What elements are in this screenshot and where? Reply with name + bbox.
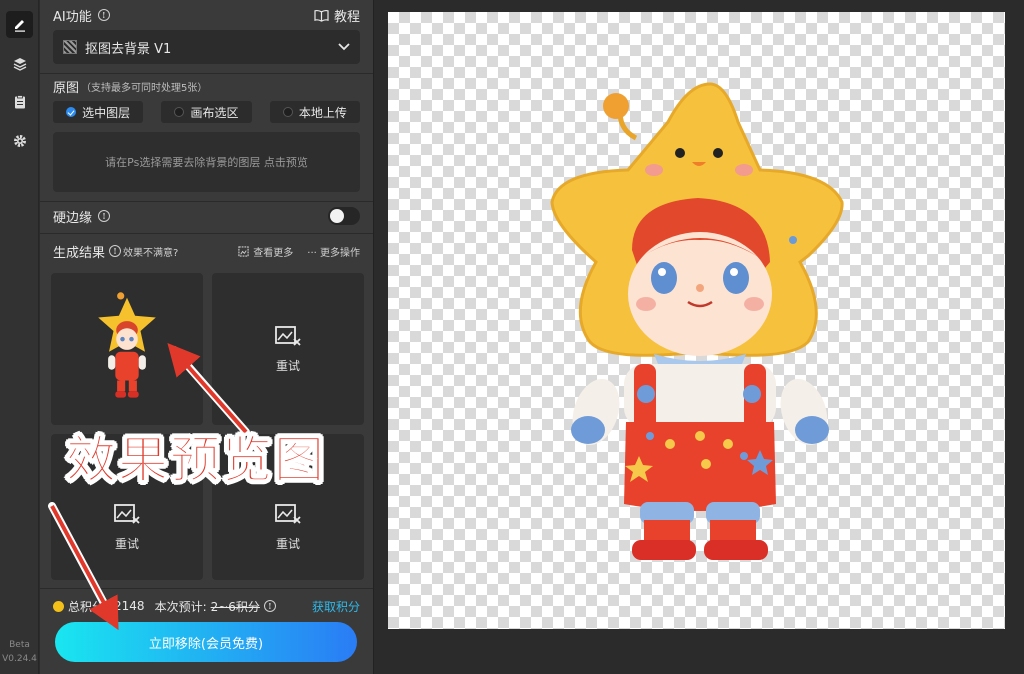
layers-icon[interactable] [6, 50, 33, 77]
version-beta: Beta [9, 640, 30, 650]
info-icon[interactable]: ! [97, 9, 110, 21]
info-icon[interactable]: ! [263, 600, 276, 612]
gallery-icon [238, 245, 249, 257]
image-error-icon [275, 325, 301, 346]
source-option-selected-layer[interactable]: 选中图层 [53, 101, 144, 123]
document-canvas[interactable] [388, 12, 1005, 629]
source-option-label: 画布选区 [190, 105, 239, 120]
info-icon[interactable]: ! [98, 210, 111, 222]
radio-unchecked-icon [174, 107, 185, 117]
divider [40, 201, 373, 202]
total-credits-value: 2148 [114, 599, 145, 613]
cutout-doll-image [550, 82, 844, 560]
cutout-icon [63, 40, 77, 54]
tutorial-link[interactable]: 教程 [314, 6, 360, 25]
view-more-link[interactable]: 查看更多 [238, 244, 293, 259]
chevron-down-icon [338, 43, 350, 51]
coin-icon [53, 600, 64, 612]
total-credits-label: 总积分 [68, 599, 105, 614]
more-actions-link[interactable]: ··· 更多操作 [307, 244, 360, 259]
remove-background-button[interactable]: 立即移除(会员免费) [55, 622, 357, 662]
estimate-value: 2~6积分 [210, 599, 260, 614]
tool-rail: Beta V0.24.4 [0, 0, 39, 674]
divider [40, 233, 373, 234]
retry-label: 重试 [275, 536, 300, 551]
dropzone-text: 请在Ps选择需要去除背景的图层 点击预览 [105, 156, 308, 169]
retry-label: 重试 [114, 536, 139, 551]
mode-select[interactable]: 抠图去背景 V1 [53, 30, 360, 64]
results-label: 生成结果 [53, 245, 106, 261]
hard-edge-toggle[interactable] [328, 207, 360, 225]
hard-edge-row: 硬边缘 ! [53, 207, 360, 226]
results-header: 生成结果 ! 效果不满意? 查看更多 ··· 更多操作 [53, 242, 360, 261]
ai-function-header: AI功能 ! 教程 [53, 6, 360, 25]
image-error-icon [114, 503, 140, 524]
divider [40, 73, 373, 74]
radio-checked-icon [66, 107, 77, 117]
radio-unchecked-icon [282, 107, 293, 117]
source-option-local-upload[interactable]: 本地上传 [269, 101, 360, 123]
source-option-label: 选中图层 [82, 105, 131, 120]
tutorial-label: 教程 [333, 9, 360, 25]
book-icon [314, 9, 329, 22]
pencil-icon[interactable] [6, 11, 33, 38]
divider [40, 588, 373, 589]
result-retry-tile[interactable]: 重试 [212, 273, 364, 425]
result-thumbnail [98, 292, 156, 398]
gear-icon[interactable] [6, 127, 33, 154]
estimate-label: 本次预计: [154, 599, 207, 614]
clipboard-icon[interactable] [6, 88, 33, 115]
source-option-canvas-selection[interactable]: 画布选区 [161, 101, 252, 123]
ai-function-label: AI功能 [53, 9, 92, 25]
source-dropzone[interactable]: 请在Ps选择需要去除背景的图层 点击预览 [53, 132, 360, 192]
mode-select-value: 抠图去背景 V1 [85, 41, 172, 57]
credits-row: 总积分 2148 本次预计: 2~6积分 ! 获取积分 [53, 597, 360, 615]
get-points-link[interactable]: 获取积分 [312, 598, 360, 615]
source-header: 原图 （支持最多可同时处理5张） [53, 78, 360, 96]
source-label: 原图 [53, 80, 80, 96]
unsatisfied-link[interactable]: 效果不满意? [123, 244, 178, 259]
retry-label: 重试 [275, 358, 300, 373]
result-retry-tile[interactable]: 重试 [51, 434, 203, 580]
source-options: 选中图层 画布选区 本地上传 [53, 101, 360, 123]
result-preview-tile[interactable] [51, 273, 203, 425]
hard-edge-label: 硬边缘 [53, 210, 93, 226]
source-hint: （支持最多可同时处理5张） [81, 82, 208, 94]
source-option-label: 本地上传 [298, 105, 347, 120]
image-error-icon [275, 503, 301, 524]
ai-panel: AI功能 ! 教程 抠图去背景 V1 原图 （支持最多可同时处理5张） 选中图层… [40, 0, 374, 674]
result-retry-tile[interactable]: 重试 [212, 434, 364, 580]
info-icon[interactable]: ! [109, 245, 122, 257]
version-number: V0.24.4 [2, 654, 37, 664]
view-more-label: 查看更多 [253, 247, 294, 259]
